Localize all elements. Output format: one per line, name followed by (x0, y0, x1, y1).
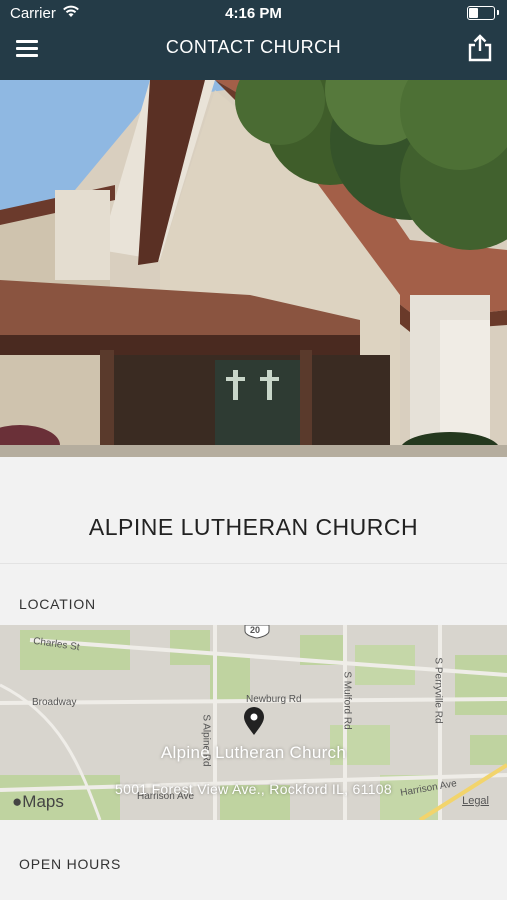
location-label: LOCATION (19, 596, 96, 612)
page-title: CONTACT CHURCH (165, 37, 342, 57)
status-time: 4:16 PM (225, 5, 282, 22)
nav-bar: CONTACT CHURCH (0, 30, 507, 66)
church-photo (0, 80, 507, 457)
road-label: S Mulford Rd (341, 671, 353, 730)
map-legal-link[interactable]: Legal (462, 795, 489, 807)
share-icon[interactable] (467, 34, 493, 62)
road-label: S Perryville Rd (432, 657, 444, 724)
battery-icon (467, 6, 499, 20)
map-place-name: Alpine Lutheran Church (160, 743, 347, 762)
apple-icon: ● (12, 792, 23, 811)
location-map[interactable]: Charles St Broadway Newburg Rd S Alpine … (0, 625, 507, 820)
road-label: Broadway (32, 697, 77, 708)
road-label: Newburg Rd (246, 694, 302, 705)
open-hours-label: OPEN HOURS (19, 856, 122, 872)
map-address: 5001 Forest View Ave., Rockford IL, 6110… (115, 781, 392, 797)
status-bar: Carrier 4:16 PM (0, 0, 507, 28)
maps-logo: ●Maps (12, 792, 64, 811)
church-name-section: ALPINE LUTHERAN CHURCH (0, 457, 507, 564)
app-header: Carrier 4:16 PM CONTACT CHURCH (0, 0, 507, 80)
route-shield-label: 20 (250, 625, 261, 635)
church-name: ALPINE LUTHERAN CHURCH (88, 514, 419, 540)
